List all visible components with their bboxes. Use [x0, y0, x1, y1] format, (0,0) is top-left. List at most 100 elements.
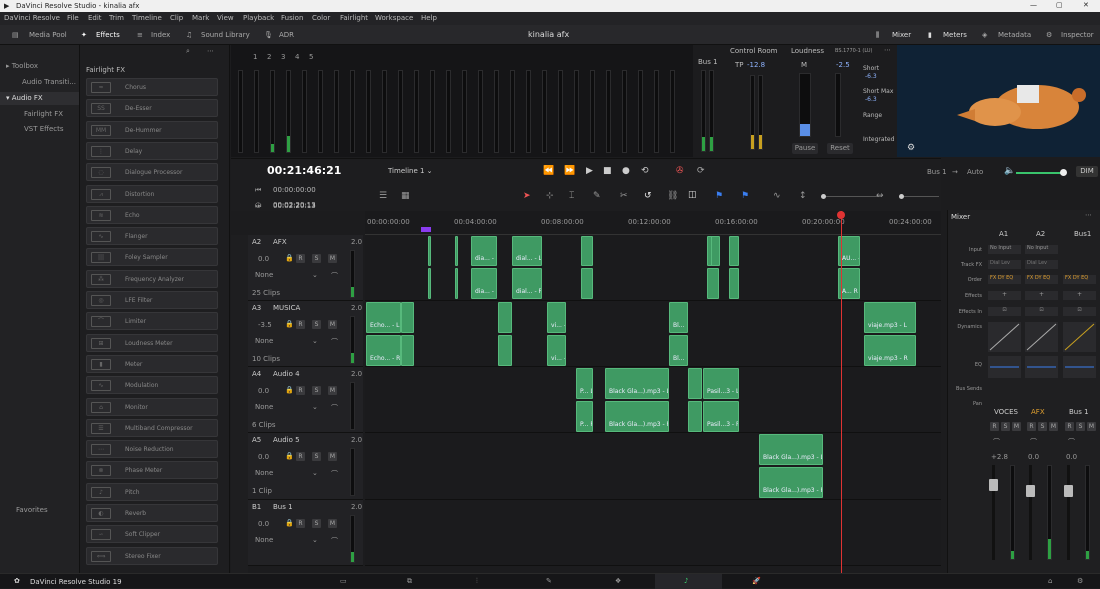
track-list-icon[interactable]: ☰: [379, 191, 387, 201]
menu-clip[interactable]: Clip: [170, 14, 183, 22]
media-pool-button[interactable]: Media Pool: [29, 31, 67, 39]
track-name[interactable]: Audio 4: [273, 370, 300, 378]
fx-item-pitch[interactable]: ♪ Pitch: [86, 482, 218, 501]
record-arm-button[interactable]: R: [296, 519, 305, 528]
fairlight-fx-item[interactable]: Fairlight FX: [24, 110, 63, 118]
menu-color[interactable]: Color: [312, 14, 330, 22]
audio-clip[interactable]: [581, 268, 593, 299]
curve-icon[interactable]: ⌒: [331, 337, 338, 347]
fx-item-phase-meter[interactable]: ⊗ Phase Meter: [86, 461, 218, 480]
record-arm-button[interactable]: R: [296, 254, 305, 263]
audio-clip[interactable]: [707, 268, 719, 299]
track-name[interactable]: AFX: [273, 238, 287, 246]
effects-add-button[interactable]: +: [1025, 291, 1058, 300]
fx-item-delay[interactable]: ⋮ Delay: [86, 141, 218, 160]
index-button[interactable]: Index: [151, 31, 170, 39]
automation-dropdown-icon[interactable]: ⟳: [697, 166, 705, 176]
solo-button[interactable]: S: [312, 386, 321, 395]
fairlight-page-tab[interactable]: ♪: [655, 574, 722, 589]
fx-item-limiter[interactable]: ⌒ Limiter: [86, 312, 218, 331]
pointer-icon[interactable]: ➤: [523, 191, 531, 201]
chevron-down-icon[interactable]: ⌄: [312, 271, 318, 279]
timeline-ruler[interactable]: 00:00:00:00 00:04:00:00 00:08:00:00 00:1…: [365, 211, 941, 235]
track-volume[interactable]: 0.0: [258, 453, 269, 461]
viewer-settings-icon[interactable]: ⚙: [907, 143, 915, 153]
metadata-button[interactable]: Metadata: [998, 31, 1031, 39]
chevron-down-icon[interactable]: ⌄: [312, 337, 318, 345]
sound-library-icon[interactable]: ♫: [186, 31, 192, 39]
mixer-record-button[interactable]: R: [1027, 422, 1036, 431]
fx-item-reverb[interactable]: ◐ Reverb: [86, 504, 218, 522]
audio-clip[interactable]: Black Gla...).mp3 - L: [759, 434, 823, 465]
meters-button[interactable]: Meters: [943, 31, 967, 39]
audio-clip[interactable]: [711, 236, 720, 266]
chevron-down-icon[interactable]: ⌄: [312, 469, 318, 477]
audio-clip[interactable]: vi... - R: [547, 335, 566, 366]
effects-add-button[interactable]: +: [1063, 291, 1096, 300]
menu-file[interactable]: File: [67, 14, 79, 22]
pause-button[interactable]: Pause: [792, 143, 818, 154]
dim-button[interactable]: DIM: [1076, 166, 1098, 177]
menu-fusion[interactable]: Fusion: [281, 14, 303, 22]
mixer-fader-track[interactable]: [1067, 465, 1070, 560]
favorites-label[interactable]: Favorites: [16, 506, 48, 514]
fx-item-distortion[interactable]: ⩘ Distortion: [86, 184, 218, 203]
loop-icon[interactable]: ⟲: [641, 166, 649, 176]
fx-item-modulation[interactable]: ∿ Modulation: [86, 376, 218, 395]
mute-button[interactable]: M: [328, 452, 337, 461]
track-name[interactable]: Bus 1: [273, 503, 293, 511]
audio-clip[interactable]: viaje.mp3 - R: [864, 335, 916, 366]
track-fx-select[interactable]: Dial Lev: [988, 260, 1021, 269]
dynamics-graph[interactable]: [988, 322, 1021, 352]
mixer-button[interactable]: Mixer: [892, 31, 911, 39]
track-volume[interactable]: 0.0: [258, 387, 269, 395]
horizontal-zoom-knob[interactable]: [899, 194, 904, 199]
mixer-icon[interactable]: ⫼: [876, 31, 879, 40]
track-mode[interactable]: None: [255, 469, 273, 477]
audio-clip[interactable]: [428, 236, 431, 266]
eq-graph[interactable]: [1063, 356, 1096, 378]
track-volume[interactable]: 0.0: [258, 255, 269, 263]
deliver-page-icon[interactable]: 🚀: [752, 577, 761, 585]
audio-clip[interactable]: [729, 268, 739, 299]
mute-button[interactable]: M: [328, 519, 337, 528]
fx-item-loudness-meter[interactable]: ⊞ Loudness Meter: [86, 333, 218, 352]
menu-davinci[interactable]: DaVinci Resolve: [4, 14, 60, 22]
audio-clip[interactable]: Pasil...3 - L: [703, 368, 739, 399]
mute-button[interactable]: M: [328, 320, 337, 329]
search-icon[interactable]: ⌕: [186, 47, 190, 56]
color-page-icon[interactable]: ❖: [615, 577, 621, 585]
audio-clip[interactable]: [729, 236, 739, 266]
grid-icon[interactable]: ▦: [401, 191, 410, 201]
mixer-fader-track[interactable]: [1029, 465, 1032, 560]
effects-icon[interactable]: ✦: [81, 31, 87, 39]
fast-forward-icon[interactable]: ⏩: [564, 166, 575, 176]
track-volume[interactable]: -3.5: [258, 321, 272, 329]
lock-icon[interactable]: 🔒: [285, 519, 294, 527]
audio-clip[interactable]: vi... - L: [547, 302, 566, 333]
audio-clip[interactable]: dial... - R: [512, 268, 542, 299]
range-select-icon[interactable]: ⊹: [546, 191, 554, 201]
audio-clip[interactable]: [401, 302, 414, 333]
record-arm-button[interactable]: R: [296, 452, 305, 461]
minimize-icon[interactable]: —: [1030, 1, 1037, 9]
razor-icon[interactable]: ✂: [620, 191, 628, 201]
home-icon[interactable]: ⌂: [1048, 577, 1052, 585]
horizontal-zoom-slider[interactable]: [899, 196, 939, 197]
fx-item-multiband-compressor[interactable]: ☰ Multiband Compressor: [86, 418, 218, 437]
stop-icon[interactable]: ■: [603, 166, 612, 176]
adr-button[interactable]: ADR: [279, 31, 294, 39]
fx-item-stereo-fixer[interactable]: ⟺ Stereo Fixer: [86, 546, 218, 565]
solo-button[interactable]: S: [312, 320, 321, 329]
fx-item-meter[interactable]: ▮ Meter: [86, 354, 218, 373]
audio-clip[interactable]: Pasil...3 - R: [703, 401, 739, 432]
effects-in-button[interactable]: ⊡: [1063, 307, 1096, 316]
audio-clip[interactable]: [688, 368, 702, 399]
record-arm-button[interactable]: R: [296, 320, 305, 329]
inspector-button[interactable]: Inspector: [1061, 31, 1094, 39]
menu-workspace[interactable]: Workspace: [375, 14, 413, 22]
mixer-solo-button[interactable]: S: [1001, 422, 1010, 431]
cut-page-icon[interactable]: ⧉: [407, 577, 412, 586]
lock-icon[interactable]: 🔒: [285, 254, 294, 262]
mixer-mute-button[interactable]: M: [1087, 422, 1096, 431]
